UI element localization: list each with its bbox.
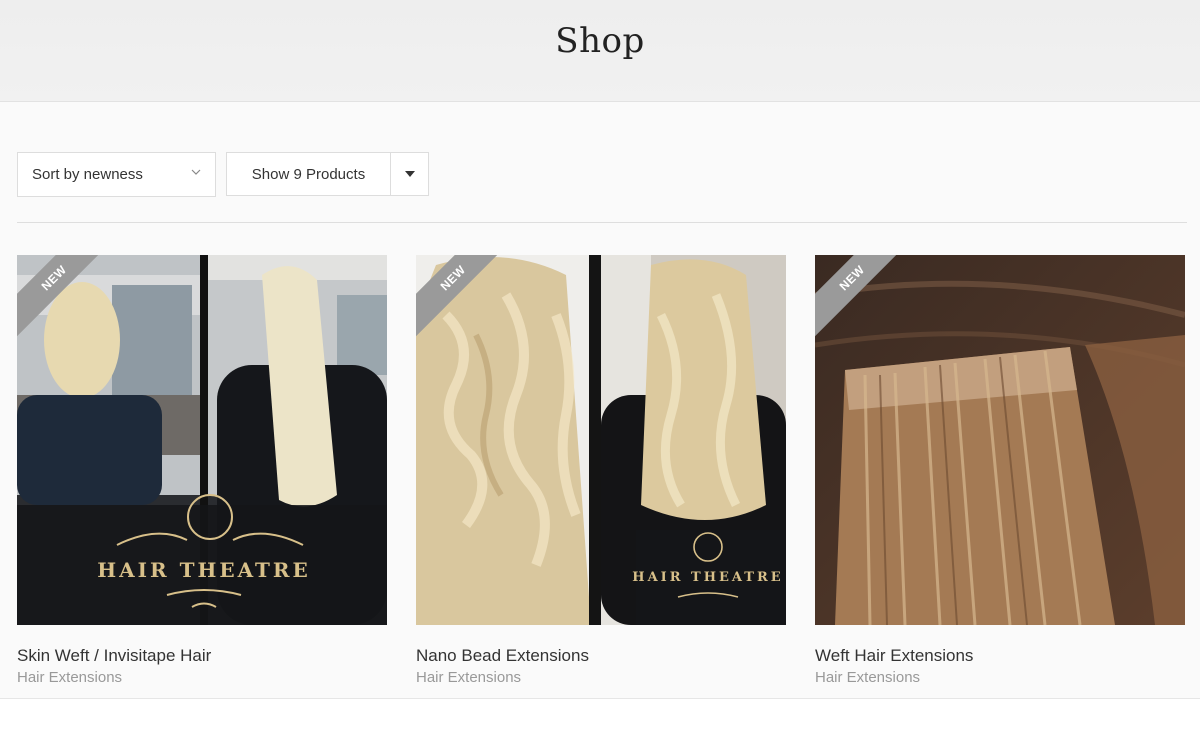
- product-card: HAIR THEATRE NEW Skin Weft / Invisitape …: [17, 255, 387, 686]
- page-header: Shop: [0, 0, 1200, 102]
- logo-text: HAIR THEATRE: [97, 558, 311, 582]
- products-per-page-label: Show 9 Products: [227, 153, 391, 195]
- product-image: HAIR THEATRE: [17, 255, 387, 625]
- product-name[interactable]: Nano Bead Extensions: [416, 646, 786, 666]
- footer-area: [0, 698, 1200, 736]
- product-category[interactable]: Hair Extensions: [815, 669, 1185, 686]
- product-card: HAIR THEATRE NEW Nano Bead Extensions Ha…: [416, 255, 786, 686]
- product-image: HAIR THEATRE: [416, 255, 786, 625]
- product-category[interactable]: Hair Extensions: [17, 669, 387, 686]
- product-card: NEW Weft Hair Extensions Hair Extensions: [815, 255, 1185, 686]
- products-per-page-select[interactable]: Show 9 Products: [226, 152, 429, 196]
- product-name[interactable]: Skin Weft / Invisitape Hair: [17, 646, 387, 666]
- page-title: Shop: [555, 20, 645, 61]
- product-image-link[interactable]: HAIR THEATRE NEW: [17, 255, 387, 625]
- sort-select-label: Sort by newness: [32, 166, 143, 183]
- logo-text: HAIR THEATRE: [632, 570, 783, 585]
- shop-toolbar: Sort by newness Show 9 Products: [17, 152, 437, 197]
- product-image: [815, 255, 1185, 625]
- product-category[interactable]: Hair Extensions: [416, 669, 786, 686]
- caret-down-icon: [404, 171, 415, 177]
- product-image-link[interactable]: NEW: [815, 255, 1185, 625]
- product-name[interactable]: Weft Hair Extensions: [815, 646, 1185, 666]
- toolbar-divider: [17, 222, 1187, 223]
- dropdown-toggle-button[interactable]: [391, 153, 428, 195]
- chevron-down-icon: [191, 169, 201, 175]
- sort-select[interactable]: Sort by newness: [17, 152, 216, 197]
- product-image-link[interactable]: HAIR THEATRE NEW: [416, 255, 786, 625]
